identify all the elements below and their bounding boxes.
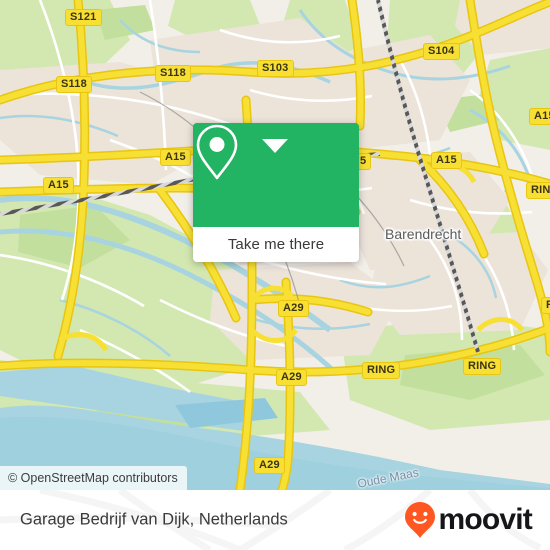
take-me-there-button[interactable]: Take me there bbox=[228, 236, 324, 253]
road-shield: A15 bbox=[160, 149, 191, 166]
place-label: Barendrecht bbox=[385, 226, 462, 242]
road-shield: A15 bbox=[529, 108, 550, 125]
map-attribution[interactable]: © OpenStreetMap contributors bbox=[0, 466, 187, 490]
road-shield: R bbox=[541, 297, 550, 314]
road-shield: S118 bbox=[56, 76, 92, 93]
road-shield: S118 bbox=[155, 65, 191, 82]
road-shield: A29 bbox=[278, 300, 309, 317]
screenshot-root: S121 S118 S103 S104 S118 A15 A15 A15 A15 RING R A29… bbox=[0, 0, 550, 550]
road-shield: A15 bbox=[43, 177, 74, 194]
moovit-brand-logo[interactable]: moovit bbox=[404, 501, 533, 539]
map-pin-icon bbox=[196, 124, 238, 180]
road-shield: S103 bbox=[257, 60, 294, 77]
road-shield: RING bbox=[463, 358, 502, 375]
road-shield: A15 bbox=[431, 152, 462, 169]
map-canvas[interactable]: S121 S118 S103 S104 S118 A15 A15 A15 A15 RING R A29… bbox=[0, 0, 550, 490]
road-shield: RING bbox=[362, 362, 401, 379]
road-shield: S121 bbox=[65, 9, 102, 26]
road-shield: A29 bbox=[254, 457, 285, 474]
moovit-smiley-pin-icon bbox=[405, 502, 436, 538]
popup-action-panel[interactable]: Take me there bbox=[193, 227, 359, 262]
moovit-wordmark: moovit bbox=[438, 503, 532, 536]
road-shield: RING bbox=[526, 182, 550, 199]
footer-bar: Garage Bedrijf van Dijk, Netherlands moo… bbox=[0, 490, 550, 550]
page-title: Garage Bedrijf van Dijk, Netherlands bbox=[20, 510, 288, 529]
popup-pointer-tail bbox=[262, 139, 288, 153]
road-shield: S104 bbox=[423, 43, 460, 60]
road-shield: A29 bbox=[276, 369, 307, 386]
